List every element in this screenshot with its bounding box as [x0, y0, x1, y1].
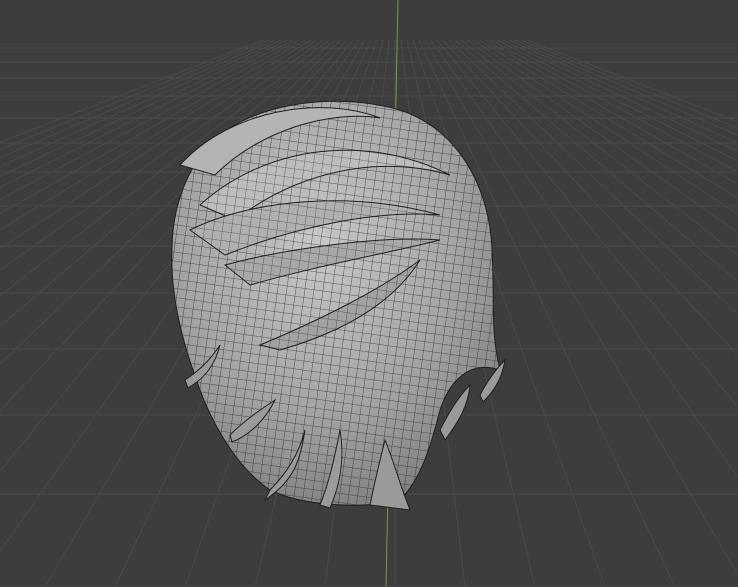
viewport-canvas[interactable] [0, 0, 738, 587]
grid-line [514, 39, 738, 136]
hair-mesh[interactable] [171, 100, 506, 511]
grid-line [454, 39, 738, 283]
grid-line [496, 39, 738, 162]
grid-line [490, 39, 738, 173]
grid-line [484, 39, 738, 185]
3d-viewport[interactable] [0, 0, 738, 587]
grid-line [472, 39, 738, 215]
grid-line [502, 39, 738, 153]
